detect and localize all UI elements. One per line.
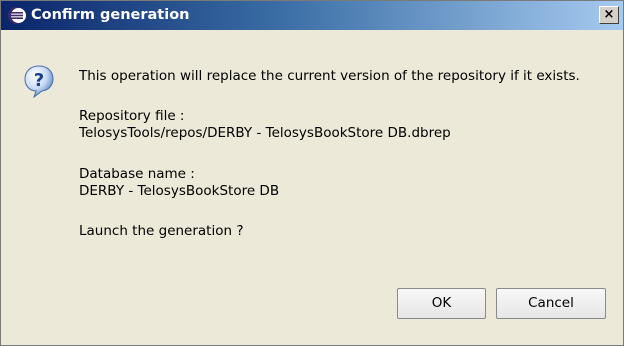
database-value: DERBY - TelosysBookStore DB — [79, 183, 280, 199]
window-title: Confirm generation — [31, 7, 190, 23]
question-icon: ? — [24, 65, 54, 98]
repository-value: TelosysTools/repos/DERBY - TelosysBookSt… — [79, 125, 451, 141]
launch-prompt: Launch the generation ? — [79, 223, 244, 239]
ok-button[interactable]: OK — [397, 288, 486, 319]
title-bar[interactable]: Confirm generation × — [1, 1, 623, 30]
eclipse-icon — [8, 7, 26, 24]
database-label: Database name : — [79, 166, 195, 182]
close-button[interactable]: × — [599, 6, 619, 24]
svg-text:?: ? — [34, 70, 44, 91]
cancel-button[interactable]: Cancel — [496, 288, 606, 319]
message-line: This operation will replace the current … — [79, 68, 580, 84]
close-icon: × — [603, 7, 615, 22]
confirm-dialog: Confirm generation × ? This operation wi… — [0, 0, 624, 346]
repository-label: Repository file : — [79, 108, 185, 124]
